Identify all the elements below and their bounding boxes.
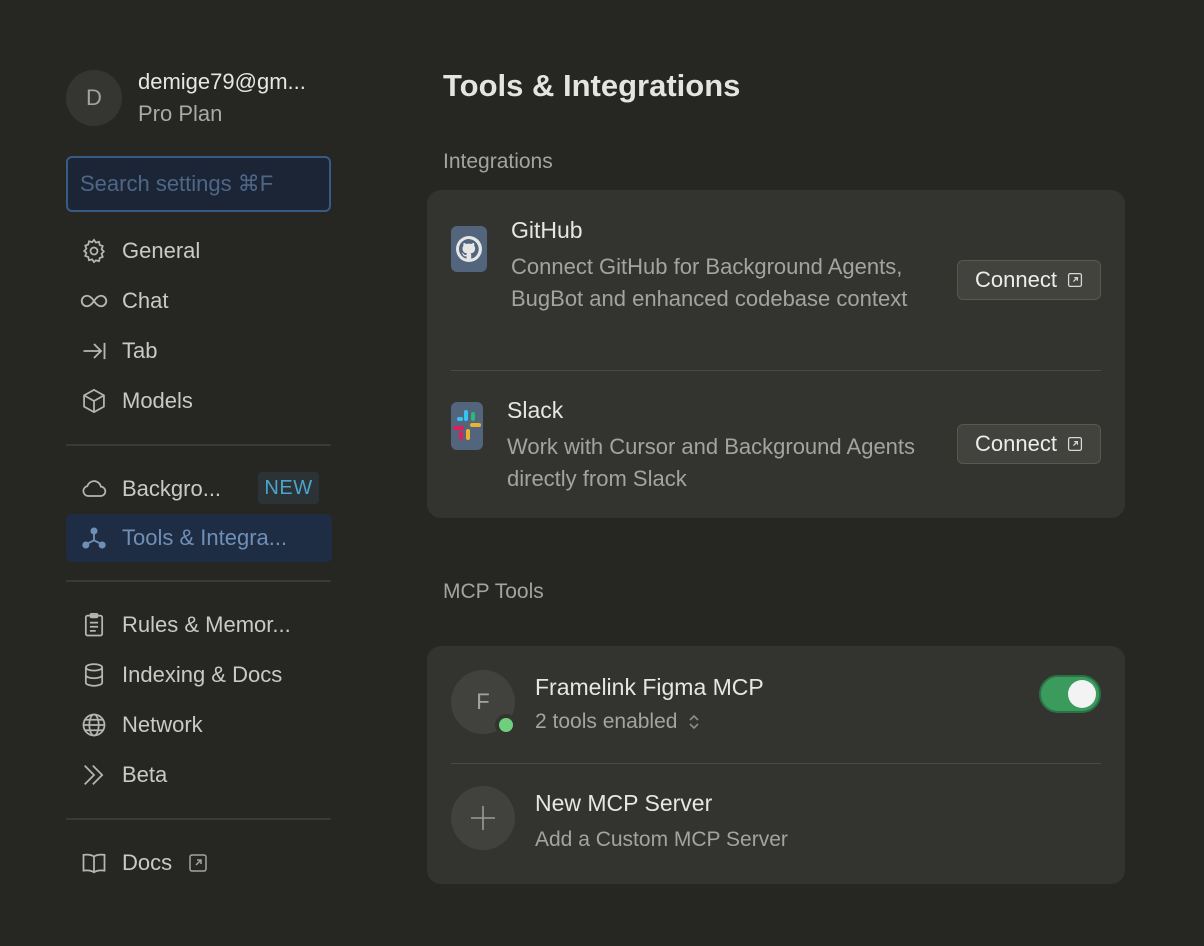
sidebar-item-label: Tools & Integra...: [122, 525, 288, 550]
connect-slack-button[interactable]: Connect: [957, 424, 1101, 464]
integration-description: Work with Cursor and Background Agents d…: [507, 434, 916, 491]
sidebar-item-label: Beta: [122, 762, 168, 787]
globe-icon: [80, 711, 108, 739]
toggle-knob: [1068, 680, 1096, 708]
section-title-mcp: MCP Tools: [443, 580, 544, 603]
sidebar-item-label: Docs: [122, 850, 173, 875]
connect-label: Connect: [975, 431, 1057, 456]
page-title: Tools & Integrations: [443, 68, 741, 103]
connect-github-button[interactable]: Connect: [957, 260, 1101, 300]
external-link-icon: [1067, 272, 1083, 288]
sidebar-item-label: Tab: [122, 338, 158, 363]
settings-window: D demige79@gm... Pro Plan General Chat: [0, 0, 1204, 946]
sidebar-item-tools-integrations[interactable]: Tools & Integra...: [66, 514, 332, 562]
book-icon: [80, 849, 108, 877]
section-title-integrations: Integrations: [443, 150, 553, 173]
mcp-card: F Framelink Figma MCP 2 tools enabled Ne…: [427, 646, 1125, 884]
sidebar-item-models[interactable]: Models: [66, 376, 332, 426]
row-divider: [451, 763, 1101, 764]
sidebar-item-rules-memories[interactable]: Rules & Memor...: [66, 600, 332, 650]
search-box: [66, 156, 331, 212]
sidebar-item-background-agents[interactable]: Backgro... NEW: [66, 464, 332, 514]
cloud-icon: [80, 475, 108, 503]
sidebar-item-label: Backgro...: [122, 476, 222, 501]
integration-description: Connect GitHub for Background Agents, Bu…: [511, 254, 908, 311]
slack-icon: [451, 402, 483, 450]
double-chevron-icon: [80, 761, 108, 789]
external-link-icon: [1067, 436, 1083, 452]
profile-text: demige79@gm... Pro Plan: [138, 69, 330, 127]
sidebar-item-label: Indexing & Docs: [122, 662, 283, 687]
infinity-icon: [80, 287, 108, 315]
sidebar-divider: [66, 444, 331, 446]
profile: D demige79@gm... Pro Plan: [66, 68, 332, 128]
sidebar-item-label: General: [122, 238, 201, 263]
database-icon: [80, 661, 108, 689]
avatar: D: [66, 70, 122, 126]
new-badge: NEW: [258, 472, 319, 504]
mcp-server-toggle[interactable]: [1039, 675, 1101, 713]
sidebar-item-label: Models: [122, 388, 193, 413]
clipboard-icon: [80, 611, 108, 639]
external-link-icon: [188, 853, 208, 873]
nav-footer: Docs: [66, 838, 332, 888]
profile-email: demige79@gm...: [138, 69, 306, 94]
gear-icon: [80, 237, 108, 265]
new-mcp-server-button[interactable]: New MCP Server Add a Custom MCP Server: [451, 786, 1101, 858]
connect-label: Connect: [975, 267, 1057, 292]
sidebar-item-general[interactable]: General: [66, 226, 332, 276]
integrations-card: GitHub Connect GitHub for Background Age…: [427, 190, 1125, 518]
integration-row-slack: Slack Work with Cursor and Background Ag…: [451, 371, 1101, 518]
main-content: Tools & Integrations Integrations: [443, 68, 1125, 174]
integration-row-github: GitHub Connect GitHub for Background Age…: [451, 190, 1101, 370]
tools-enabled-label: 2 tools enabled: [535, 710, 678, 733]
sidebar-item-label: Rules & Memor...: [122, 612, 291, 637]
new-mcp-server-title: New MCP Server: [535, 790, 713, 816]
sidebar-item-chat[interactable]: Chat: [66, 276, 332, 326]
nav-context: Rules & Memor... Indexing & Docs Network…: [66, 600, 332, 800]
sidebar-item-network[interactable]: Network: [66, 700, 332, 750]
sidebar-item-indexing-docs[interactable]: Indexing & Docs: [66, 650, 332, 700]
sidebar-divider: [66, 818, 331, 820]
nav-agents: Backgro... NEW Tools & Integra...: [66, 464, 332, 562]
integration-name: Slack: [507, 397, 564, 423]
profile-plan: Pro Plan: [138, 101, 223, 126]
tools-enabled-selector[interactable]: 2 tools enabled: [535, 710, 701, 734]
sidebar: D demige79@gm... Pro Plan General Chat: [66, 68, 332, 888]
sidebar-item-beta[interactable]: Beta: [66, 750, 332, 800]
sidebar-divider: [66, 580, 331, 582]
sidebar-item-tab[interactable]: Tab: [66, 326, 332, 376]
nav-main: General Chat Tab Models: [66, 226, 332, 426]
chevron-up-down-icon: [687, 712, 701, 732]
arrow-to-bar-icon: [80, 337, 108, 365]
search-input[interactable]: [80, 171, 320, 197]
sidebar-item-docs[interactable]: Docs: [66, 838, 332, 888]
cube-icon: [80, 387, 108, 415]
plus-icon: [451, 786, 515, 850]
integration-name: GitHub: [511, 217, 583, 243]
status-online-dot: [495, 714, 517, 736]
new-mcp-server-description: Add a Custom MCP Server: [535, 828, 788, 851]
mcp-server-name: Framelink Figma MCP: [535, 674, 764, 700]
nodes-icon: [80, 524, 108, 552]
github-icon: [451, 226, 487, 272]
sidebar-item-label: Chat: [122, 288, 169, 313]
sidebar-item-label: Network: [122, 712, 203, 737]
